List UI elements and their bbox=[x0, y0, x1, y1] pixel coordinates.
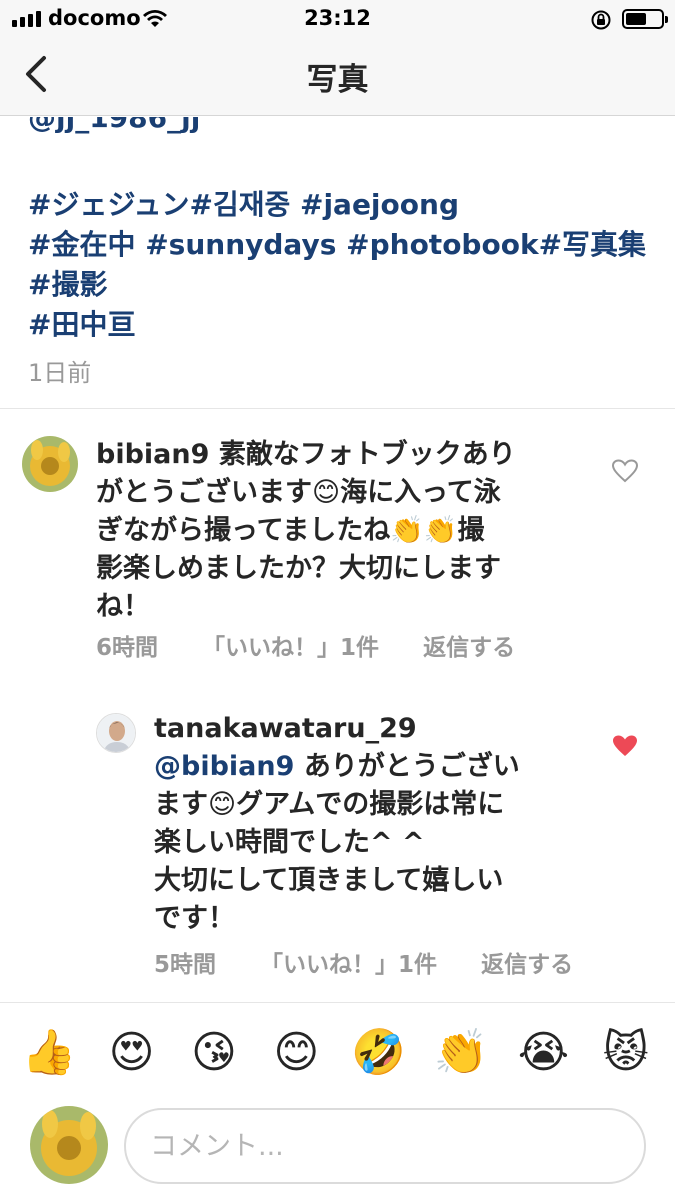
comment-likes-link[interactable]: 「いいね！」1件 bbox=[260, 952, 437, 978]
comment-input[interactable] bbox=[150, 1126, 620, 1166]
clap-emoji-button[interactable]: 👏 bbox=[431, 1023, 491, 1083]
thumbs-up-emoji-button[interactable]: 👍 bbox=[19, 1023, 79, 1083]
comment-body: bibian9 素敵なフォトブックあり がとうございます😊海に入って泳 ぎながら… bbox=[96, 436, 596, 626]
caption-mention-link[interactable]: @jj_1986_jj bbox=[28, 117, 200, 134]
crying-emoji-button[interactable]: 😭 bbox=[513, 1023, 573, 1083]
comment-text-line: 大切にして頂きまして嬉しい bbox=[154, 865, 504, 896]
comment-compose-row bbox=[0, 1100, 675, 1200]
emoji-quick-bar: 👍 😍 😘 😊 🤣 👏 😭 😾 bbox=[0, 1018, 675, 1088]
comment-username[interactable]: bibian9 bbox=[96, 439, 209, 470]
comment-meta: 6時間 「いいね！」1件 返信する bbox=[96, 628, 551, 662]
comment-text-line: ぎながら撮ってましたね👏👏撮 bbox=[96, 515, 485, 546]
avatar[interactable] bbox=[96, 713, 136, 753]
comment-text-line: 影楽しめましたか？大切にします bbox=[96, 553, 501, 584]
comment-text-line: ありがとうござい bbox=[303, 751, 520, 782]
comment-likes-link[interactable]: 「いいね！」1件 bbox=[202, 635, 379, 661]
rofl-emoji-button[interactable]: 🤣 bbox=[349, 1023, 409, 1083]
heart-eyes-emoji-button[interactable]: 😍 bbox=[102, 1023, 162, 1083]
status-bar: docomo 23:12 bbox=[0, 0, 675, 38]
caption-hashtags-line[interactable]: #金在中 #sunnydays #photobook#写真集 bbox=[28, 223, 646, 263]
comment-body: tanakawataru_29 @bibian9 ありがとうござい ます😊グアム… bbox=[154, 710, 604, 938]
status-time: 23:12 bbox=[304, 6, 371, 30]
nav-bar: 写真 bbox=[0, 38, 675, 116]
comment-text-line: 素敵なフォトブックあり bbox=[218, 439, 516, 470]
comment-text-line: 楽しい時間でした^ ^ bbox=[154, 827, 425, 858]
profile-photo-icon bbox=[97, 714, 135, 752]
post-caption: @jj_1986_jj #ジェジュン#김재중 #jaejoong #金在中 #s… bbox=[0, 117, 675, 409]
divider bbox=[0, 1002, 675, 1003]
caption-hashtags-line[interactable]: #撮影 bbox=[28, 263, 107, 303]
reply-button[interactable]: 返信する bbox=[481, 952, 573, 978]
liked-heart-icon[interactable] bbox=[612, 734, 638, 758]
page-title: 写真 bbox=[306, 62, 369, 98]
kiss-emoji-button[interactable]: 😘 bbox=[184, 1023, 244, 1083]
comment-meta: 5時間 「いいね！」1件 返信する bbox=[154, 945, 609, 979]
comment-time: 5時間 bbox=[154, 952, 217, 978]
reply-button[interactable]: 返信する bbox=[423, 635, 515, 661]
caption-hashtags-line[interactable]: #ジェジュン#김재중 #jaejoong bbox=[28, 183, 459, 223]
pouting-cat-emoji-button[interactable]: 😾 bbox=[596, 1023, 656, 1083]
orientation-lock-icon bbox=[591, 10, 611, 30]
comment-time: 6時間 bbox=[96, 635, 159, 661]
battery-icon bbox=[622, 9, 668, 29]
comment-text-line: ます😊グアムでの撮影は常に bbox=[154, 789, 505, 820]
smile-emoji-button[interactable]: 😊 bbox=[266, 1023, 326, 1083]
comment-username[interactable]: tanakawataru_29 bbox=[154, 713, 417, 744]
caption-hashtags-line[interactable]: #田中亘 bbox=[28, 303, 135, 343]
post-timestamp: 1日前 bbox=[28, 359, 92, 387]
avatar[interactable] bbox=[22, 436, 78, 492]
comment-text-line: がとうございます😊海に入って泳 bbox=[96, 477, 501, 508]
like-heart-icon[interactable] bbox=[612, 459, 638, 483]
sunflower-avatar-icon bbox=[22, 436, 78, 492]
my-avatar bbox=[30, 1106, 108, 1184]
comment-text-line: です！ bbox=[154, 903, 235, 934]
comment-input-box[interactable] bbox=[124, 1108, 646, 1184]
sunflower-avatar-icon bbox=[30, 1106, 108, 1184]
comment-text-line: ね！ bbox=[96, 591, 150, 622]
comment-mention-link[interactable]: @bibian9 bbox=[154, 751, 294, 782]
